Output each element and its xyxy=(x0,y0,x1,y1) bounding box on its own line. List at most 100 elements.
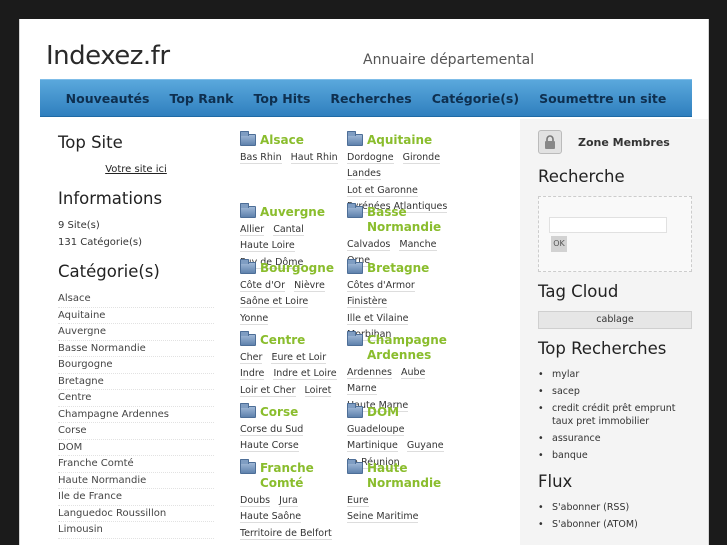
dept-link[interactable]: Yonne xyxy=(240,312,269,325)
regions-grid: Alsace Bas Rhin Haut Rhin Aquitaine Dord… xyxy=(240,131,480,545)
region-title[interactable]: DOM xyxy=(367,405,399,420)
search-input[interactable] xyxy=(549,217,667,233)
nav-nouveautes[interactable]: Nouveautés xyxy=(66,91,150,106)
nav-top-rank[interactable]: Top Rank xyxy=(169,91,233,106)
dept-link[interactable]: Finistère xyxy=(347,296,388,309)
list-item[interactable]: Alsace xyxy=(58,291,214,308)
search-ok-button[interactable]: OK xyxy=(551,236,567,252)
list-item[interactable]: assurance xyxy=(538,432,692,445)
dept-link[interactable]: Allier xyxy=(240,224,265,236)
dept-link[interactable]: Cher xyxy=(240,352,263,364)
dept-link[interactable]: Haut Rhin xyxy=(290,152,338,164)
folder-icon xyxy=(347,403,363,418)
nav-recherches[interactable]: Recherches xyxy=(330,91,411,106)
informations-title: Informations xyxy=(58,189,163,208)
dept-link[interactable]: Doubs xyxy=(240,495,271,507)
dept-link[interactable]: Loiret xyxy=(304,384,332,397)
dept-link[interactable]: Indre xyxy=(240,368,265,381)
dept-link[interactable]: Ardennes xyxy=(347,367,392,379)
sites-count: 9 Site(s) xyxy=(58,220,100,231)
lock-icon xyxy=(538,130,562,154)
atom-link[interactable]: S'abonner (ATOM) xyxy=(538,518,692,531)
list-item[interactable]: Basse Normandie xyxy=(58,341,214,357)
list-item[interactable]: Corse xyxy=(58,423,214,440)
region-title[interactable]: Centre xyxy=(260,333,305,348)
dept-link[interactable]: Aube xyxy=(400,367,426,379)
region-title[interactable]: Haute Normandie xyxy=(367,461,451,491)
list-item[interactable]: Languedoc Roussillon xyxy=(58,506,214,522)
folder-icon xyxy=(240,403,256,418)
list-item[interactable]: Centre xyxy=(58,390,214,407)
dept-link[interactable]: Cantal xyxy=(273,224,304,236)
region-title[interactable]: Corse xyxy=(260,405,298,420)
nav-categories[interactable]: Catégorie(s) xyxy=(432,91,519,106)
left-column: Top Site Votre site ici Informations 9 S… xyxy=(58,133,214,539)
dept-link[interactable]: Haute Loire xyxy=(240,240,295,253)
dept-link[interactable]: Eure et Loir xyxy=(271,352,327,364)
dept-link[interactable]: Loir et Cher xyxy=(240,384,296,397)
nav-soumettre[interactable]: Soumettre un site xyxy=(539,91,666,106)
region-title[interactable]: Bourgogne xyxy=(260,261,334,276)
list-item[interactable]: Aquitaine xyxy=(58,308,214,324)
list-item[interactable]: Franche Comté xyxy=(58,456,214,473)
dept-link[interactable]: Dordogne xyxy=(347,152,394,164)
list-item[interactable]: banque xyxy=(538,449,692,462)
dept-link[interactable]: Jura xyxy=(279,495,298,507)
dept-link[interactable]: Landes xyxy=(347,168,381,181)
region-title[interactable]: Basse Normandie xyxy=(367,205,451,235)
dept-link[interactable]: Manche xyxy=(399,239,437,251)
dept-link[interactable]: Côte d'Or xyxy=(240,280,286,292)
region-title[interactable]: Bretagne xyxy=(367,261,429,276)
region-title[interactable]: Champagne Ardennes xyxy=(367,333,451,363)
dept-link[interactable]: Saône et Loire xyxy=(240,296,309,309)
rss-link[interactable]: S'abonner (RSS) xyxy=(538,501,692,514)
dept-link[interactable]: Ille et Vilaine xyxy=(347,312,409,325)
list-item[interactable]: credit crédit prêt emprunt taux pret imm… xyxy=(538,402,692,428)
dept-link[interactable]: Territoire de Belfort xyxy=(240,527,332,540)
top-recherches-title: Top Recherches xyxy=(538,339,667,358)
list-item[interactable]: Ile de France xyxy=(58,489,214,506)
dept-link[interactable]: Haute Corse xyxy=(240,440,299,453)
dept-link[interactable]: Indre et Loire xyxy=(273,368,337,381)
dept-link[interactable]: Nièvre xyxy=(294,280,325,292)
dept-link[interactable]: Martinique xyxy=(347,440,398,453)
list-item[interactable]: Bourgogne xyxy=(58,357,214,374)
dept-link[interactable]: Gironde xyxy=(402,152,441,164)
category-list: Alsace Aquitaine Auvergne Basse Normandi… xyxy=(58,291,214,539)
dept-link[interactable]: Guadeloupe xyxy=(347,424,405,436)
dept-link[interactable]: Côtes d'Armor xyxy=(347,280,415,292)
list-item[interactable]: mylar xyxy=(538,368,692,381)
region-bretagne: Bretagne Côtes d'Armor Finistère Ille et… xyxy=(347,259,451,342)
nav-top-hits[interactable]: Top Hits xyxy=(253,91,310,106)
tag-cablage[interactable]: cablage xyxy=(538,311,692,329)
list-item[interactable]: DOM xyxy=(58,440,214,456)
top-recherches-list: mylar sacep credit crédit prêt emprunt t… xyxy=(538,368,692,462)
flux-title: Flux xyxy=(538,472,573,491)
region-title[interactable]: Auvergne xyxy=(260,205,325,220)
zone-membres[interactable]: Zone Membres xyxy=(538,127,692,157)
list-item[interactable]: Haute Normandie xyxy=(58,473,214,489)
list-item[interactable]: sacep xyxy=(538,385,692,398)
region-bourgogne: Bourgogne Côte d'Or Nièvre Saône et Loir… xyxy=(240,259,344,329)
list-item[interactable]: Limousin xyxy=(58,522,214,539)
region-title[interactable]: Aquitaine xyxy=(367,133,432,148)
dept-link[interactable]: Seine Maritime xyxy=(347,511,419,524)
list-item[interactable]: Bretagne xyxy=(58,374,214,390)
votre-site-link[interactable]: Votre site ici xyxy=(58,164,214,175)
page: Indexez.fr Annuaire départemental Nouvea… xyxy=(19,19,709,545)
dept-link[interactable]: Bas Rhin xyxy=(240,152,282,164)
region-title[interactable]: Alsace xyxy=(260,133,304,148)
dept-link[interactable]: Calvados xyxy=(347,239,391,251)
search-box: OK xyxy=(538,196,692,272)
dept-link[interactable]: Haute Saône xyxy=(240,511,302,524)
folder-icon xyxy=(240,203,256,218)
dept-link[interactable]: Guyane xyxy=(406,440,444,453)
dept-link[interactable]: Lot et Garonne xyxy=(347,184,418,197)
dept-link[interactable]: Marne xyxy=(347,383,377,396)
dept-link[interactable]: Corse du Sud xyxy=(240,424,304,436)
region-title[interactable]: Franche Comté xyxy=(260,461,344,491)
site-logo[interactable]: Indexez.fr xyxy=(46,41,170,71)
dept-link[interactable]: Eure xyxy=(347,495,369,507)
list-item[interactable]: Auvergne xyxy=(58,324,214,341)
list-item[interactable]: Champagne Ardennes xyxy=(58,407,214,423)
